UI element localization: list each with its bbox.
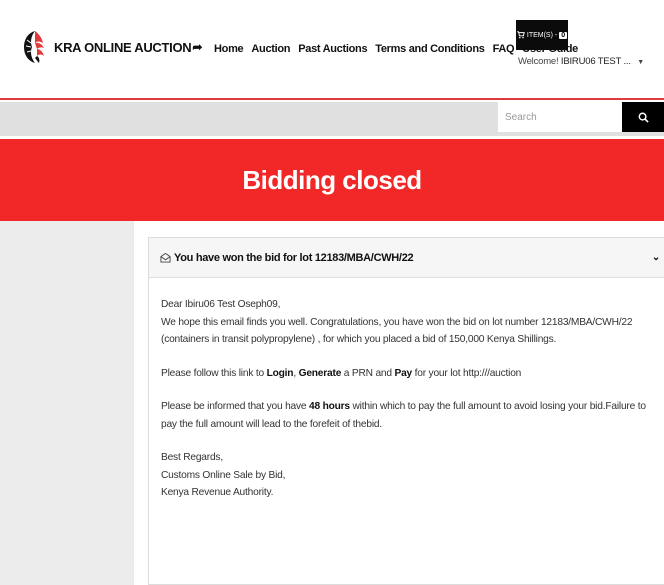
cart-label: ITEM(S) - <box>526 31 558 39</box>
left-sidebar <box>0 221 134 585</box>
login-link[interactable]: Login <box>267 368 294 379</box>
user-menu[interactable]: Welcome! IBIRU06 TEST ... ▼ <box>518 56 644 67</box>
cart-count-badge: 0 <box>559 31 568 39</box>
search-input[interactable] <box>498 102 622 132</box>
banner-text: Bidding closed <box>242 164 422 195</box>
site-header: KRA ONLINE AUCTION ➦ Home Auction Past A… <box>0 0 664 100</box>
logo-arrow-icon: ➦ <box>192 40 203 54</box>
search-icon <box>638 112 649 123</box>
nav-faq[interactable]: FAQ <box>493 43 515 55</box>
link-prefix: Please follow this link to <box>161 367 267 379</box>
message-paragraph: Please be informed that you have 48 hour… <box>161 398 651 433</box>
link-suffix: for your lot http:///auction <box>412 367 522 379</box>
nav-auction[interactable]: Auction <box>251 43 290 55</box>
signature-line: Customs Online Sale by Bid, <box>161 469 286 481</box>
message-card: You have won the bid for lot 12183/MBA/C… <box>148 237 664 585</box>
search-button[interactable] <box>622 102 664 132</box>
deadline-hours: 48 hours <box>309 401 350 412</box>
link-mid: a PRN and <box>341 367 395 379</box>
envelope-icon <box>160 252 171 263</box>
site-logo[interactable]: KRA ONLINE AUCTION ➦ <box>22 30 202 64</box>
logo-label: KRA ONLINE AUCTION <box>54 39 192 55</box>
status-banner: Bidding closed <box>0 139 664 221</box>
message-header[interactable]: You have won the bid for lot 12183/MBA/C… <box>149 238 664 278</box>
cart-icon <box>516 31 525 39</box>
nav-terms[interactable]: Terms and Conditions <box>375 43 485 55</box>
welcome-user: IBIRU06 TEST ... <box>560 56 631 67</box>
message-paragraph: Please follow this link to Login, Genera… <box>161 365 651 383</box>
lion-logo-icon <box>24 31 44 63</box>
search-bar <box>0 102 664 136</box>
caret-down-icon: ▼ <box>637 59 644 66</box>
logo-text: KRA ONLINE AUCTION ➦ <box>54 40 202 55</box>
signature-line: Kenya Revenue Authority. <box>161 487 274 498</box>
welcome-prefix: Welcome! <box>518 56 559 67</box>
congrats-text: We hope this email finds you well. Congr… <box>161 316 633 346</box>
message-paragraph: Dear Ibiru06 Test Oseph09, We hope this … <box>161 296 651 349</box>
signature: Best Regards, Customs Online Sale by Bid… <box>161 449 651 502</box>
nav-past-auctions[interactable]: Past Auctions <box>298 43 367 55</box>
nav-home[interactable]: Home <box>214 43 244 55</box>
pay-link[interactable]: Pay <box>394 368 412 379</box>
deadline-prefix: Please be informed that you have <box>161 401 310 412</box>
signature-line: Best Regards, <box>161 452 223 463</box>
generate-link[interactable]: Generate <box>299 368 342 379</box>
cart-button[interactable]: ITEM(S) - 0 <box>516 20 568 50</box>
chevron-down-icon[interactable]: ⌄ <box>652 252 660 263</box>
greeting: Dear Ibiru06 Test Oseph09, <box>161 299 281 310</box>
message-subject: You have won the bid for lot 12183/MBA/C… <box>174 251 414 264</box>
message-body: Dear Ibiru06 Test Oseph09, We hope this … <box>149 278 664 502</box>
